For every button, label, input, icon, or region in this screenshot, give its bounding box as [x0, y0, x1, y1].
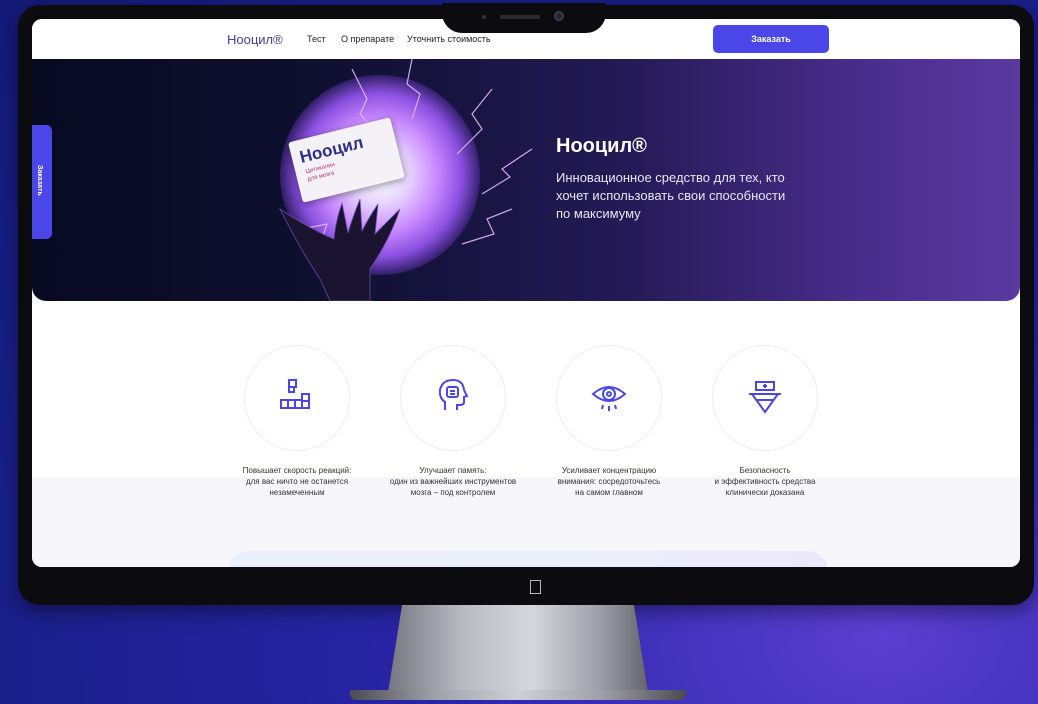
nav-link-about[interactable]: О препарате	[341, 34, 394, 44]
nav-link-test[interactable]: Тест	[307, 34, 326, 44]
side-tab-label: Заказать	[36, 165, 43, 196]
feature-icon-circle	[556, 345, 662, 451]
medical-shield-icon	[749, 381, 781, 414]
blocks-icon	[280, 379, 310, 409]
sensor-dot	[482, 15, 486, 19]
feature-text: Повышает скорость реакций: для вас ничто…	[242, 466, 352, 497]
site-logo[interactable]: Нооцил®	[227, 32, 283, 47]
feature-safety: Безопасность и эффективность средства кл…	[690, 345, 840, 498]
side-order-tab[interactable]: Заказать	[32, 125, 52, 239]
website-screen: Нооцил® Тест О препарате Уточнить стоимо…	[32, 19, 1020, 567]
feature-text: Безопасность и эффективность средства кл…	[714, 466, 816, 497]
feature-icon-circle	[400, 345, 506, 451]
nav-link-price[interactable]: Уточнить стоимость	[407, 34, 491, 44]
speaker-grille	[500, 15, 540, 19]
hand-illustration	[278, 198, 401, 301]
feature-text: Улучшает память: один из важнейших инстр…	[389, 466, 517, 497]
monitor-stand	[388, 605, 648, 691]
feature-memory: Улучшает память: один из важнейших инстр…	[378, 345, 528, 498]
monitor-notch	[442, 3, 606, 33]
feature-concentration: Усиливает концентрацию внимания: сосредо…	[534, 345, 684, 498]
feature-icon-circle	[244, 345, 350, 451]
monitor-frame: Нооцил® Тест О препарате Уточнить стоимо…	[18, 3, 1034, 605]
feature-icon-circle	[712, 345, 818, 451]
hero-title: Нооцил®	[556, 135, 647, 157]
next-section-card	[228, 551, 828, 567]
head-brain-icon	[438, 378, 469, 410]
monitor-stand-base	[350, 690, 686, 700]
camera-icon	[554, 11, 564, 21]
hero-banner: Нооцил Цитиколин для мозга Нооцил® Иннов…	[32, 59, 1020, 301]
eye-icon	[591, 386, 627, 411]
apple-logo-icon: 	[528, 577, 543, 600]
order-button[interactable]: Заказать	[713, 25, 829, 53]
hero-description: Инновационное средство для тех, кто хоче…	[556, 170, 786, 221]
feature-reaction-speed: Повышает скорость реакций: для вас ничто…	[222, 345, 372, 498]
feature-text: Усиливает концентрацию внимания: сосредо…	[557, 466, 661, 497]
